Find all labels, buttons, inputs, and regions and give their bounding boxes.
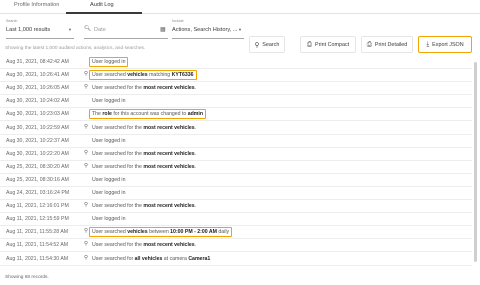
log-timestamp: Aug 30, 2021, 10:23:03 AM — [6, 111, 69, 118]
include-select[interactable]: Include Actions, Search History, ... ▼ — [172, 19, 244, 39]
print-compact-label: Print Compact — [314, 41, 350, 48]
log-timestamp: Aug 25, 2021, 08:30:16 AM — [6, 176, 69, 183]
search-scope-select[interactable]: Search Last 1,000 results ▼ — [6, 19, 74, 39]
log-message: User logged in — [92, 98, 126, 105]
log-message: User searched for the most recent vehicl… — [92, 85, 197, 92]
log-timestamp: Aug 30, 2021, 10:26:41 AM — [6, 72, 69, 79]
scrollbar-thumb[interactable] — [474, 62, 477, 262]
search-icon: ⚲ — [84, 254, 89, 261]
search-icon: ⚲ — [84, 228, 89, 235]
chevron-down-icon: ▼ — [68, 27, 72, 32]
log-message: User logged in — [92, 137, 126, 144]
print-detailed-button[interactable]: ⎙ Print Detailed — [361, 36, 413, 53]
log-message: User logged in — [92, 176, 126, 183]
log-row: Aug 30, 2021, 10:24:02 AM User logged in — [0, 95, 472, 109]
chevron-down-icon: ▼ — [238, 27, 242, 32]
log-message: User searched for the most recent vehicl… — [92, 203, 197, 210]
log-message: User logged in — [92, 190, 126, 196]
search-icon: ⚲ — [84, 241, 89, 248]
log-row: Aug 30, 2021, 10:22:59 AM ⚲ User searched … — [0, 122, 472, 135]
results-summary: Showing the latest 1,000 audited actions… — [5, 46, 146, 51]
log-row: Aug 25, 2021, 08:30:16 AM User logged in — [0, 174, 472, 187]
log-timestamp: Aug 31, 2021, 08:42:42 AM — [6, 59, 69, 65]
search-icon: ⚲ — [84, 71, 89, 78]
log-timestamp: Aug 11, 2021, 11:54:30 AM — [6, 255, 69, 262]
search-icon: ⚲ — [84, 84, 89, 91]
tab-audit-log[interactable]: Audit Log — [90, 2, 114, 8]
search-icon: 🔍︎ — [84, 26, 92, 32]
log-timestamp: Aug 30, 2021, 10:24:02 AM — [6, 98, 69, 105]
download-icon: ⤓ — [426, 40, 430, 48]
search-icon: ⚲ — [254, 41, 260, 49]
log-message: User logged in — [89, 57, 129, 67]
search-icon: ⚲ — [84, 162, 89, 169]
audit-log-list: Aug 31, 2021, 08:42:42 AM User logged in A… — [0, 56, 472, 266]
date-placeholder: Date — [94, 27, 106, 33]
log-row: Aug 30, 2021, 10:23:03 AM The role for th… — [0, 108, 472, 122]
log-message: User searched for the most recent vehicl… — [92, 242, 197, 249]
log-timestamp: Aug 24, 2021, 03:16:24 PM — [6, 190, 70, 196]
log-timestamp: Aug 30, 2021, 10:26:05 AM — [6, 85, 69, 92]
log-row: Aug 11, 2021, 12:16:01 PM ⚲ User searched … — [0, 200, 472, 214]
search-scope-value: Last 1,000 results — [6, 27, 51, 33]
log-timestamp: Aug 30, 2021, 10:22:20 AM — [6, 150, 69, 157]
log-timestamp: Aug 11, 2021, 12:16:01 PM — [6, 203, 69, 210]
log-row: Aug 11, 2021, 11:54:30 AM ⚲ User searched … — [0, 253, 472, 266]
printer-icon: ⎙ — [306, 40, 312, 48]
search-icon: ⚲ — [84, 202, 89, 209]
record-count: Showing 68 records. — [5, 275, 49, 280]
export-json-label: Export JSON — [432, 41, 464, 48]
log-row: Aug 30, 2021, 10:22:37 AM User logged in — [0, 135, 472, 148]
search-button[interactable]: ⚲ Search — [249, 36, 285, 53]
log-row: Aug 11, 2021, 11:55:28 AM ⚲ User searched … — [0, 226, 472, 240]
search-icon: ⚲ — [84, 123, 89, 130]
calendar-icon[interactable]: ▦ — [160, 26, 166, 33]
log-row: Aug 25, 2021, 08:30:20 AM ⚲ User searched … — [0, 161, 472, 174]
log-row: Aug 30, 2021, 10:22:20 AM ⚲ User searched … — [0, 148, 472, 161]
log-row: Aug 31, 2021, 08:42:42 AM User logged in — [0, 56, 472, 69]
log-message: User searched vehicles matching KYT6336 — [89, 70, 197, 81]
log-message: The role for this account was changed to… — [89, 109, 207, 120]
log-timestamp: Aug 30, 2021, 10:22:37 AM — [6, 137, 69, 144]
log-row: Aug 24, 2021, 03:16:24 PM User logged in — [0, 187, 472, 200]
active-tab-indicator — [66, 12, 142, 14]
log-timestamp: Aug 30, 2021, 10:22:59 AM — [6, 124, 69, 131]
log-message: User searched for the most recent vehicl… — [92, 124, 197, 131]
log-message: User searched for the most recent vehicl… — [92, 163, 197, 170]
tab-bar: Profile Information Audit Log — [0, 0, 480, 14]
include-caption: Include — [172, 19, 184, 23]
print-compact-button[interactable]: ⎙ Print Compact — [300, 36, 356, 53]
tab-profile-information[interactable]: Profile Information — [14, 2, 59, 8]
export-json-button[interactable]: ⤓ Export JSON — [418, 36, 472, 53]
include-value: Actions, Search History, ... — [172, 27, 238, 33]
log-timestamp: Aug 25, 2021, 08:30:20 AM — [6, 163, 69, 170]
printer-icon: ⎙ — [366, 40, 372, 48]
log-row: Aug 11, 2021, 11:54:52 AM ⚲ User searched … — [0, 239, 472, 253]
log-message: User searched for the most recent vehicl… — [92, 150, 197, 157]
print-detailed-label: Print Detailed — [374, 41, 408, 48]
log-timestamp: Aug 11, 2021, 12:15:59 PM — [6, 216, 69, 223]
log-row: Aug 30, 2021, 10:26:41 AM ⚲ User searched … — [0, 69, 472, 83]
log-message: User searched for all vehicles at camera… — [92, 255, 211, 262]
log-timestamp: Aug 11, 2021, 11:55:28 AM — [6, 229, 69, 236]
log-message: User logged in — [92, 216, 126, 223]
search-icon: ⚲ — [84, 149, 89, 156]
filter-bar: Search Last 1,000 results ▼ Date 🔍︎ ▦ In… — [0, 16, 480, 53]
search-scope-caption: Search — [6, 19, 18, 23]
log-row: Aug 30, 2021, 10:26:05 AM ⚲ User searched … — [0, 82, 472, 96]
log-timestamp: Aug 11, 2021, 11:54:52 AM — [6, 242, 69, 249]
log-row: Aug 11, 2021, 12:15:59 PM User logged in — [0, 213, 472, 227]
date-field[interactable]: Date 🔍︎ ▦ — [84, 19, 168, 39]
log-message: User searched vehicles between 10:00 PM … — [89, 227, 233, 238]
search-button-label: Search — [262, 41, 280, 48]
